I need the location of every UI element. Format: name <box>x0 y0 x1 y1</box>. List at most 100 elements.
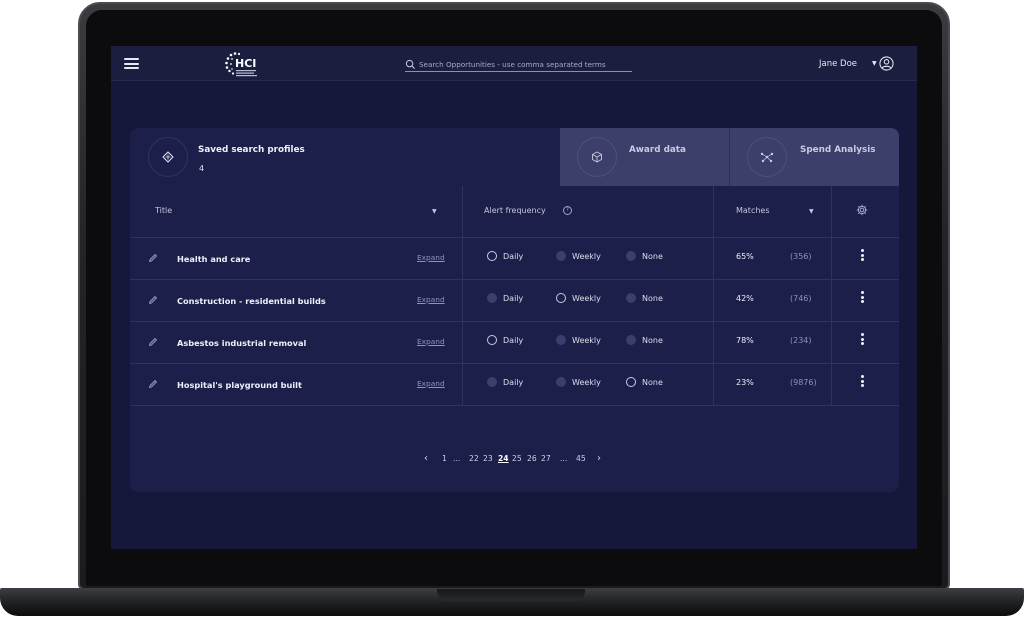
sort-caret-icon[interactable]: ▼ <box>809 208 814 215</box>
kebab-icon[interactable] <box>859 333 865 347</box>
laptop-frame: HCI Jane Doe ▼ <box>0 0 1024 619</box>
sort-caret-icon[interactable]: ▼ <box>432 208 437 215</box>
kebab-icon[interactable] <box>859 249 865 263</box>
pencil-icon[interactable] <box>148 379 158 389</box>
saved-profile-count: 4 <box>199 164 205 173</box>
radio-button[interactable] <box>556 377 566 387</box>
column-title-header[interactable]: Title <box>155 206 172 215</box>
caret-down-icon[interactable]: ▼ <box>872 60 877 67</box>
match-percentage: 23% <box>736 378 754 387</box>
pencil-icon[interactable] <box>148 337 158 347</box>
column-matches-header[interactable]: Matches <box>736 206 770 215</box>
radio-button[interactable] <box>556 293 566 303</box>
radio-none[interactable]: None <box>626 293 663 303</box>
table-row: Hospital's playground built Expand Daily We… <box>130 364 899 406</box>
radio-button[interactable] <box>626 377 636 387</box>
network-icon <box>760 152 774 163</box>
gear-icon[interactable] <box>856 204 868 216</box>
radio-button[interactable] <box>626 293 636 303</box>
expand-link[interactable]: Expand <box>417 295 445 304</box>
radio-label: None <box>642 293 663 303</box>
radio-weekly[interactable]: Weekly <box>556 293 601 303</box>
radio-daily[interactable]: Daily <box>487 377 523 387</box>
pagination-ellipsis: ... <box>453 454 461 463</box>
radio-none[interactable]: None <box>626 377 663 387</box>
tab-title-award: Award data <box>629 145 686 155</box>
user-circle-icon[interactable] <box>879 56 894 71</box>
radio-button[interactable] <box>626 335 636 345</box>
row-title[interactable]: Health and care <box>177 254 250 264</box>
radio-button[interactable] <box>556 251 566 261</box>
cube-icon <box>592 151 602 163</box>
app-screen: HCI Jane Doe ▼ <box>111 46 917 549</box>
expand-link[interactable]: Expand <box>417 337 445 346</box>
radio-button[interactable] <box>626 251 636 261</box>
match-count: (356) <box>790 252 812 261</box>
radio-daily[interactable]: Daily <box>487 335 523 345</box>
saved-searches-table: Title ▼ Alert frequency ? Matches ▼ Heal… <box>130 186 899 406</box>
expand-link[interactable]: Expand <box>417 253 445 262</box>
radio-weekly[interactable]: Weekly <box>556 377 601 387</box>
help-icon[interactable]: ? <box>563 206 572 215</box>
page-current[interactable]: 24 <box>498 454 509 463</box>
radio-label: Daily <box>503 251 524 261</box>
next-page-icon[interactable]: › <box>597 453 601 464</box>
match-percentage: 65% <box>736 252 754 261</box>
expand-link[interactable]: Expand <box>417 379 445 388</box>
tab-award-data[interactable]: Award data <box>560 128 730 186</box>
prev-page-icon[interactable]: ‹ <box>424 453 428 464</box>
kebab-icon[interactable] <box>859 375 865 389</box>
radio-button[interactable] <box>487 335 497 345</box>
row-title[interactable]: Construction - residential builds <box>177 296 326 306</box>
page-link[interactable]: 1 <box>442 454 447 463</box>
radio-daily[interactable]: Daily <box>487 293 523 303</box>
column-alert-frequency-header: Alert frequency <box>484 206 546 215</box>
radio-label: None <box>642 335 663 345</box>
radio-button[interactable] <box>487 377 497 387</box>
hamburger-icon[interactable] <box>124 58 139 69</box>
radio-label: Daily <box>503 293 524 303</box>
radio-weekly[interactable]: Weekly <box>556 251 601 261</box>
page-link[interactable]: 25 <box>512 454 522 463</box>
tab-saved-search-profiles[interactable]: Saved search profiles 4 <box>130 128 560 186</box>
table-row: Construction - residential builds Expand D… <box>130 280 899 322</box>
laptop-notch <box>437 589 585 601</box>
radio-button[interactable] <box>556 335 566 345</box>
radio-label: Daily <box>503 377 524 387</box>
diamond-icon <box>162 151 174 163</box>
tab-spend-analysis[interactable]: Spend Analysis <box>730 128 899 186</box>
radio-label: Weekly <box>572 251 601 261</box>
radio-daily[interactable]: Daily <box>487 251 523 261</box>
page-link[interactable]: 26 <box>527 454 537 463</box>
match-percentage: 78% <box>736 336 754 345</box>
radio-label: Weekly <box>572 335 601 345</box>
row-title[interactable]: Asbestos industrial removal <box>177 338 306 348</box>
award-icon-ring <box>577 137 617 177</box>
radio-button[interactable] <box>487 251 497 261</box>
pagination-ellipsis: ... <box>560 454 568 463</box>
table-body: Health and care Expand Daily Weekly None 65% (… <box>130 238 899 406</box>
row-title[interactable]: Hospital's playground built <box>177 380 302 390</box>
table-header: Title ▼ Alert frequency ? Matches ▼ <box>130 186 899 238</box>
tab-title-spend: Spend Analysis <box>800 145 876 155</box>
page-link[interactable]: 45 <box>576 454 586 463</box>
radio-none[interactable]: None <box>626 251 663 261</box>
logo-text: HCI <box>235 57 256 70</box>
search-bar <box>405 57 632 72</box>
hci-logo[interactable]: HCI <box>222 50 264 78</box>
radio-weekly[interactable]: Weekly <box>556 335 601 345</box>
kebab-icon[interactable] <box>859 291 865 305</box>
username[interactable]: Jane Doe <box>819 59 857 69</box>
pencil-icon[interactable] <box>148 295 158 305</box>
match-count: (234) <box>790 336 812 345</box>
radio-button[interactable] <box>487 293 497 303</box>
radio-none[interactable]: None <box>626 335 663 345</box>
tab-title-saved: Saved search profiles <box>198 145 305 155</box>
pencil-icon[interactable] <box>148 253 158 263</box>
page-link[interactable]: 23 <box>483 454 493 463</box>
page-link[interactable]: 22 <box>469 454 479 463</box>
search-input[interactable] <box>419 59 629 69</box>
pagination: ‹ › 1... 22 23 24 25 26 27... 45 <box>130 453 899 468</box>
radio-label: None <box>642 251 663 261</box>
page-link[interactable]: 27 <box>541 454 551 463</box>
